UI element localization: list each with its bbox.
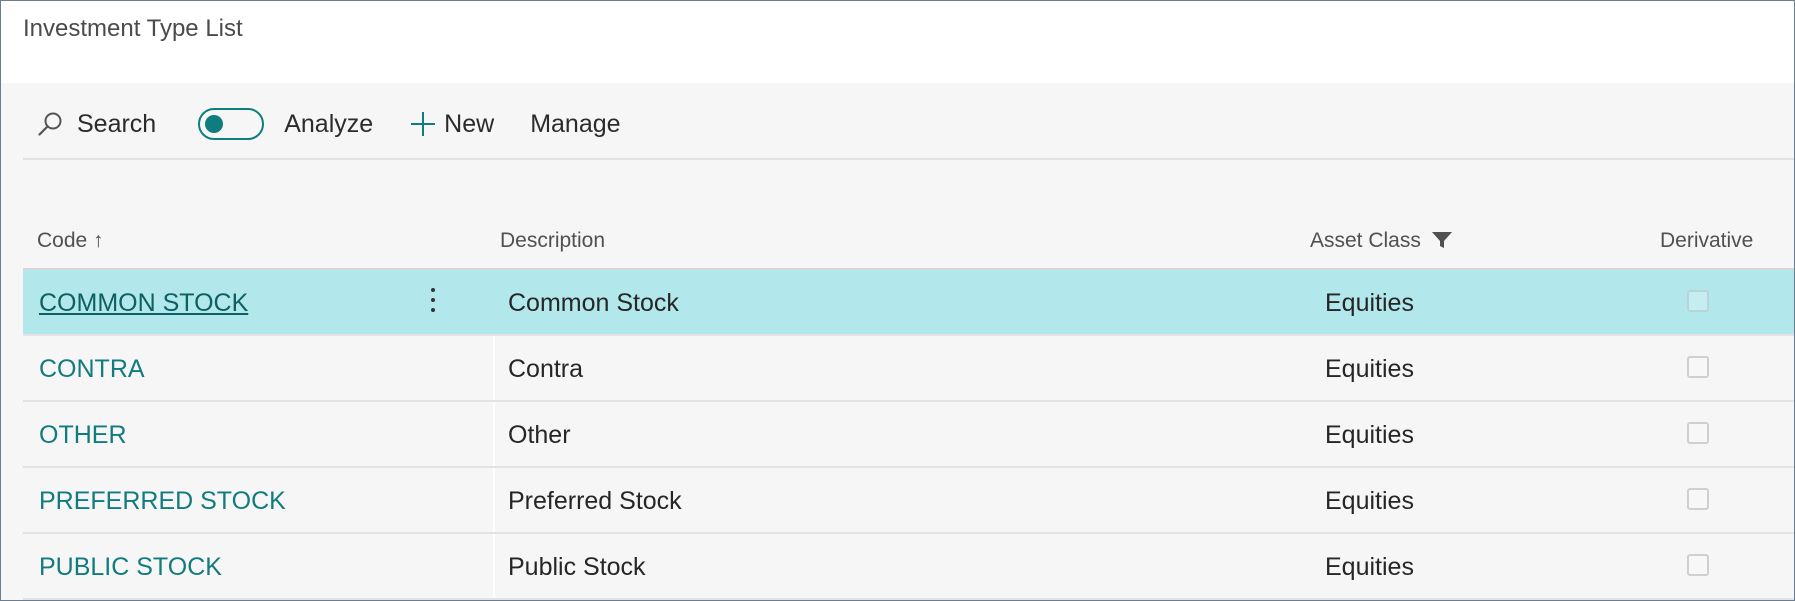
cell-separator <box>493 468 495 532</box>
app-frame: Investment Type List Search Analyze New … <box>0 0 1795 601</box>
new-label: New <box>444 109 495 138</box>
asset-class-cell: Equities <box>1325 355 1414 383</box>
column-description-label: Description <box>500 229 606 252</box>
derivative-checkbox[interactable] <box>1687 422 1709 444</box>
plus-icon <box>411 112 436 136</box>
action-toolbar: Search Analyze New Manage <box>23 99 1794 149</box>
description-cell: Common Stock <box>508 289 679 317</box>
filter-icon <box>1431 232 1452 248</box>
table-body: COMMON STOCK Common Stock Equities CONTR… <box>23 270 1794 600</box>
analyze-label: Analyze <box>284 109 374 138</box>
cell-separator <box>493 534 495 598</box>
new-button[interactable]: New <box>410 110 494 139</box>
more-vertical-icon <box>431 288 435 292</box>
column-derivative-label: Derivative <box>1660 229 1754 252</box>
code-link[interactable]: OTHER <box>39 421 127 450</box>
code-link[interactable]: PREFERRED STOCK <box>39 487 286 516</box>
description-cell: Public Stock <box>508 553 646 581</box>
cell-separator <box>493 402 495 466</box>
table-row[interactable]: PUBLIC STOCK Public Stock Equities <box>23 534 1794 600</box>
table-header: Code ↑ Description Asset Class Derivativ… <box>23 223 1794 269</box>
table-row[interactable]: COMMON STOCK Common Stock Equities <box>23 270 1794 336</box>
more-vertical-icon <box>431 308 435 312</box>
title-bar: Investment Type List <box>1 1 1794 83</box>
description-cell: Preferred Stock <box>508 487 682 515</box>
column-header-asset-class[interactable]: Asset Class <box>1310 229 1453 253</box>
table-row[interactable]: PREFERRED STOCK Preferred Stock Equities <box>23 468 1794 534</box>
asset-class-cell: Equities <box>1325 553 1414 581</box>
search-label: Search <box>77 109 157 138</box>
asset-class-cell: Equities <box>1325 421 1414 449</box>
manage-button[interactable]: Manage <box>530 110 620 139</box>
page-title: Investment Type List <box>23 15 243 42</box>
row-actions-button[interactable] <box>423 284 443 316</box>
description-cell: Other <box>508 421 571 449</box>
column-code-label: Code ↑ <box>37 229 104 252</box>
cell-separator <box>493 270 495 334</box>
asset-class-cell: Equities <box>1325 289 1414 317</box>
derivative-checkbox[interactable] <box>1687 356 1709 378</box>
more-vertical-icon <box>431 298 435 302</box>
search-button[interactable]: Search <box>37 110 156 139</box>
column-header-code[interactable]: Code ↑ <box>37 229 104 253</box>
description-cell: Contra <box>508 355 584 383</box>
table-row[interactable]: CONTRA Contra Equities <box>23 336 1794 402</box>
asset-class-cell: Equities <box>1325 487 1414 515</box>
manage-label: Manage <box>530 109 621 138</box>
search-icon <box>38 112 62 136</box>
analyze-label-button[interactable]: Analyze <box>284 110 373 139</box>
code-link[interactable]: PUBLIC STOCK <box>39 553 222 582</box>
column-asset-class-label: Asset Class <box>1310 229 1421 252</box>
column-header-description[interactable]: Description <box>500 229 605 253</box>
code-link[interactable]: COMMON STOCK <box>39 289 248 318</box>
derivative-checkbox[interactable] <box>1687 488 1709 510</box>
derivative-checkbox[interactable] <box>1687 554 1709 576</box>
cell-separator <box>493 336 495 400</box>
derivative-checkbox[interactable] <box>1687 290 1709 312</box>
toolbar-divider <box>23 158 1794 160</box>
table-row[interactable]: OTHER Other Equities <box>23 402 1794 468</box>
column-header-derivative[interactable]: Derivative <box>1660 229 1753 253</box>
analyze-toggle[interactable] <box>198 108 265 140</box>
toggle-knob <box>205 115 224 133</box>
code-link[interactable]: CONTRA <box>39 355 145 384</box>
